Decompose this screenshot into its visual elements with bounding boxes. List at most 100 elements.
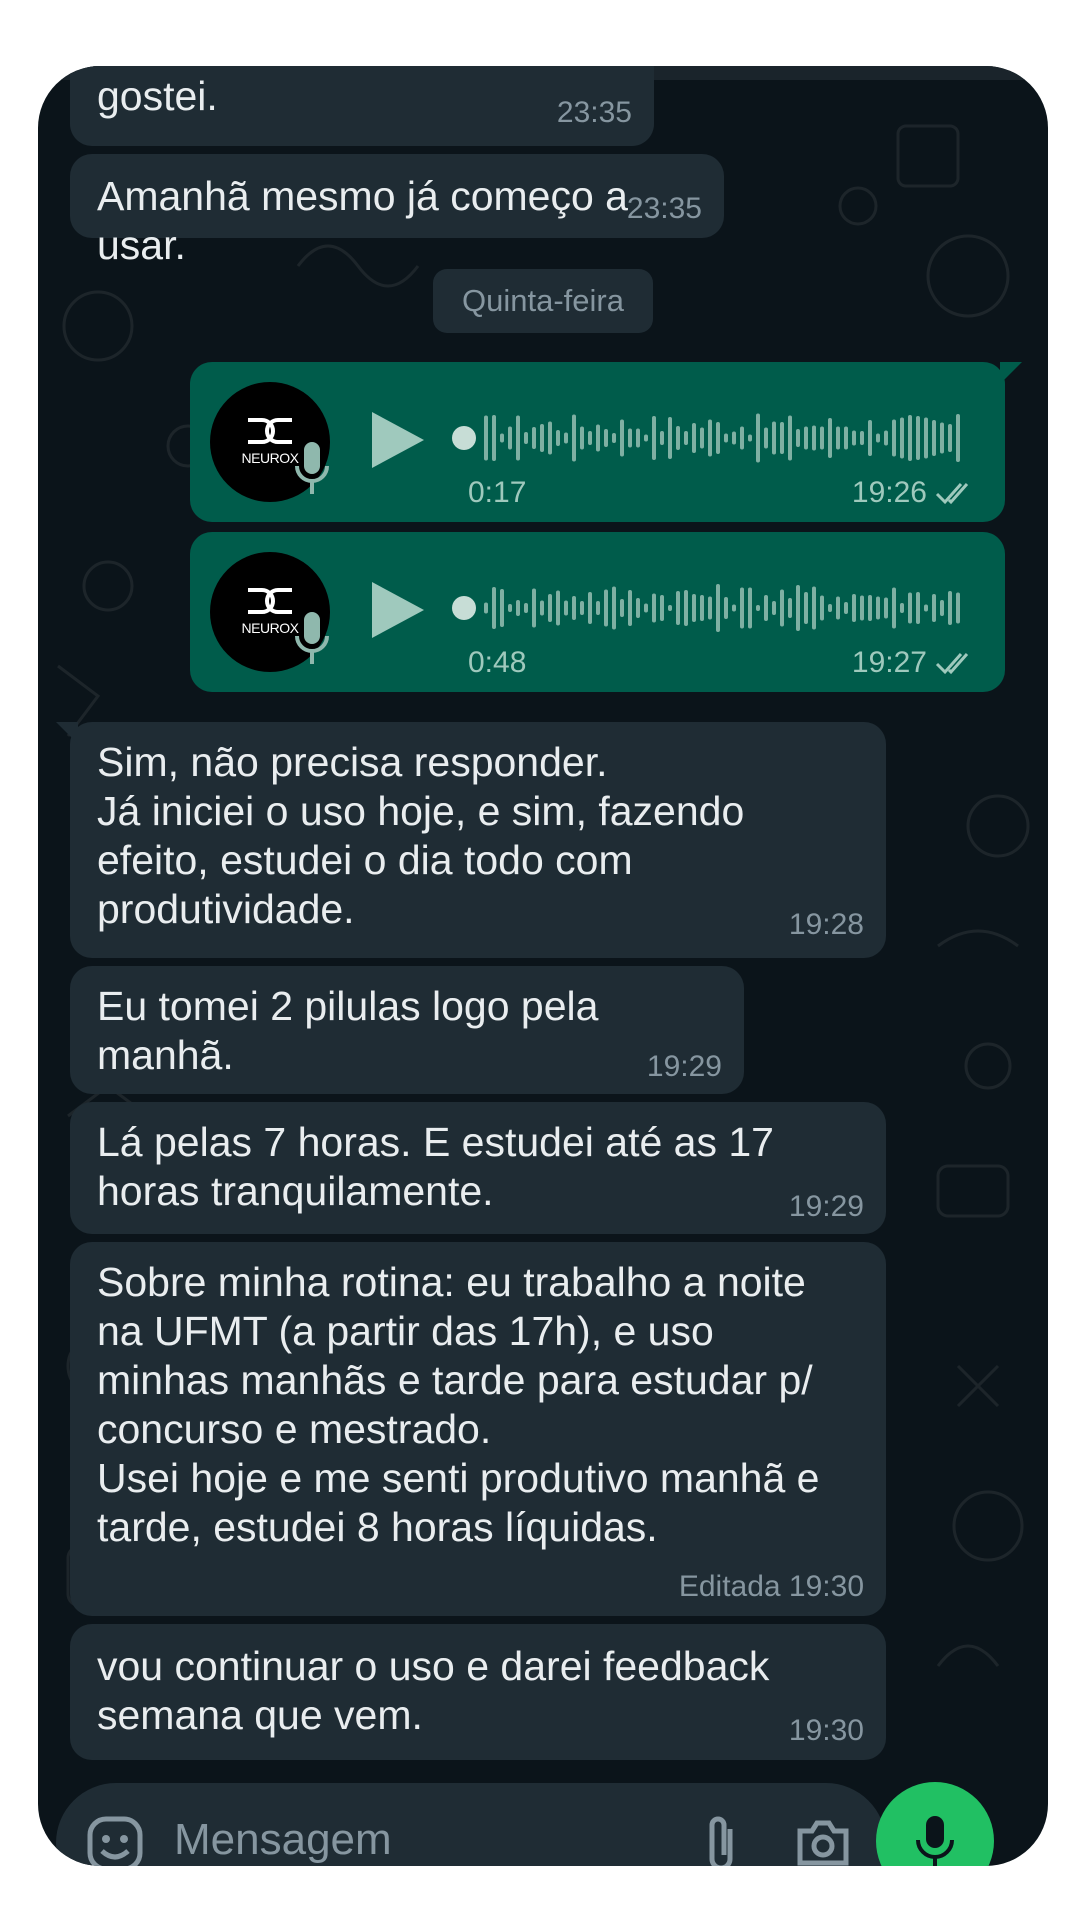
record-voice-button[interactable] [876, 1782, 994, 1866]
waveform-bar [916, 592, 920, 624]
waveform-bar [716, 422, 720, 454]
waveform-bar [868, 595, 872, 621]
waveform-bar [572, 596, 576, 620]
incoming-message[interactable]: Lá pelas 7 horas. E estudei até as 17 ho… [70, 1102, 886, 1234]
waveform-bar [612, 433, 616, 443]
incoming-message[interactable]: Amanhã mesmo já começo a usar. 23:35 [70, 154, 724, 268]
waveform[interactable] [452, 576, 972, 640]
waveform-bar [564, 600, 568, 616]
waveform-bar [508, 426, 512, 450]
message-time: 19:30 [788, 1714, 864, 1747]
play-icon[interactable] [368, 578, 428, 642]
waveform-bar [820, 595, 824, 621]
waveform-bar [908, 415, 912, 461]
incoming-message[interactable]: gostei. 23:35 [70, 66, 654, 146]
waveform-bar [580, 601, 584, 615]
message-time: 23:35 [626, 192, 702, 225]
waveform-bar [828, 418, 832, 458]
waveform-bar [948, 424, 952, 452]
waveform-bar [492, 587, 496, 629]
message-composer[interactable]: Mensagem [56, 1783, 886, 1866]
waveform-bar [708, 596, 712, 620]
waveform-bar [932, 420, 936, 456]
camera-icon[interactable] [794, 1817, 852, 1866]
waveform-bar [804, 426, 808, 450]
waveform[interactable] [452, 406, 972, 470]
waveform-bar [524, 432, 528, 444]
voice-duration: 0:17 [468, 476, 527, 509]
waveform-bar [644, 603, 648, 613]
waveform-bar [764, 427, 768, 449]
voice-duration: 0:48 [468, 646, 527, 679]
waveform-bar [588, 592, 592, 624]
logo-icon [248, 418, 292, 444]
double-check-icon [935, 483, 969, 505]
double-check-icon [935, 653, 969, 675]
waveform-bar [748, 587, 752, 629]
message-time: 19:27 [851, 646, 927, 679]
message-input[interactable]: Mensagem [174, 1815, 392, 1865]
waveform-bar [916, 416, 920, 460]
waveform-bar [852, 430, 856, 446]
waveform-bar [892, 587, 896, 629]
waveform-bar [500, 433, 504, 443]
waveform-bar [820, 426, 824, 450]
waveform-bar [548, 421, 552, 455]
waveform-bar [660, 431, 664, 445]
waveform-bar [684, 590, 688, 626]
waveform-bar [700, 595, 704, 621]
waveform-bar [540, 600, 544, 616]
waveform-bar [900, 603, 904, 613]
waveform-bar [564, 432, 568, 444]
incoming-message[interactable]: Eu tomei 2 pilulas logo pela manhã. 19:2… [70, 966, 744, 1094]
waveform-bar [660, 595, 664, 621]
waveform-bar [796, 429, 800, 447]
waveform-bar [724, 433, 728, 443]
waveform-bar [532, 427, 536, 449]
waveform-bar [492, 415, 496, 461]
waveform-bar [876, 596, 880, 620]
waveform-bar [812, 425, 816, 451]
waveform-bar [732, 604, 736, 612]
voice-message[interactable]: NEUROX 0:48 19:27 [190, 532, 1005, 692]
waveform-bar [940, 422, 944, 454]
waveform-bar [484, 415, 488, 461]
waveform-bar [516, 600, 520, 616]
waveform-bar [780, 422, 784, 454]
message-time: 19:29 [788, 1190, 864, 1223]
waveform-bar [884, 597, 888, 619]
waveform-bar [788, 598, 792, 618]
voice-message[interactable]: NEUROX 0:17 19:26 [190, 362, 1005, 522]
bubble-tail [56, 722, 78, 744]
chat-screen: gostei. 23:35 Amanhã mesmo já começo a u… [38, 66, 1048, 1866]
waveform-bar [604, 429, 608, 447]
waveform-bar [628, 590, 632, 626]
waveform-bar [716, 584, 720, 632]
waveform-bar [836, 426, 840, 450]
incoming-message[interactable]: Sim, não precisa responder. Já iniciei o… [70, 722, 886, 958]
waveform-bar [684, 431, 688, 445]
incoming-message[interactable]: vou continuar o uso e darei feedback sem… [70, 1624, 886, 1760]
incoming-message[interactable]: Sobre minha rotina: eu trabalho a noite … [70, 1242, 886, 1616]
waveform-bar [876, 433, 880, 443]
waveform-bar [764, 595, 768, 621]
waveform-bar [860, 595, 864, 621]
waveform-bar [924, 604, 928, 612]
waveform-bar [692, 423, 696, 453]
waveform-bar [596, 601, 600, 615]
waveform-bar [652, 416, 656, 460]
waveform-bar [844, 426, 848, 450]
message-list[interactable]: gostei. 23:35 Amanhã mesmo já começo a u… [38, 66, 1048, 1866]
waveform-bar [540, 424, 544, 452]
play-icon[interactable] [368, 408, 428, 472]
waveform-bar [548, 594, 552, 622]
message-text: Lá pelas 7 horas. E estudei até as 17 ho… [97, 1119, 774, 1214]
waveform-bar [612, 586, 616, 630]
waveform-bar [556, 590, 560, 626]
attach-icon[interactable] [702, 1813, 742, 1866]
waveform-bar [852, 594, 856, 622]
waveform-bar [580, 426, 584, 450]
message-time: 19:29 [646, 1050, 722, 1083]
emoji-icon[interactable] [86, 1815, 144, 1866]
waveform-bar [756, 413, 760, 463]
